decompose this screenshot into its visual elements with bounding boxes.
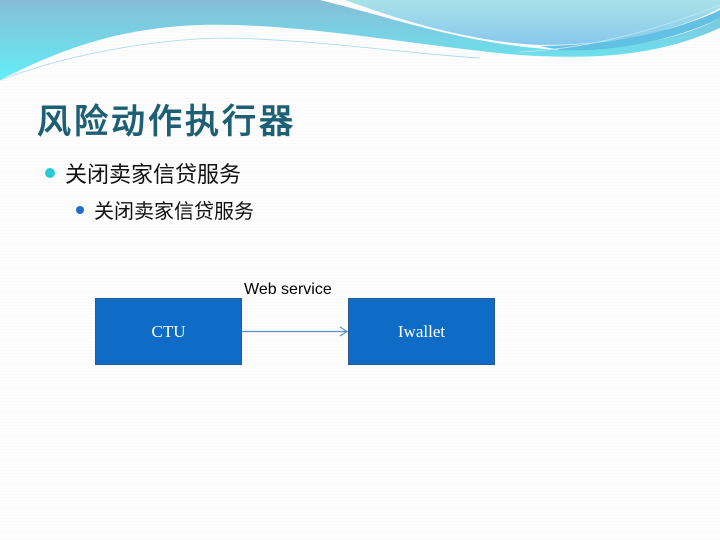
bullet-text: 关闭卖家信贷服务	[65, 163, 242, 188]
node-label: CTU	[151, 321, 186, 341]
node-iwallet: Iwallet	[348, 298, 495, 365]
node-ctu: CTU	[95, 298, 242, 365]
bullet-dot-icon	[76, 205, 84, 214]
bullet-item-level-2: 关闭卖家信贷服务	[76, 195, 254, 224]
node-label: Iwallet	[397, 321, 446, 341]
edge-label-web-service: Web service	[244, 281, 332, 298]
bullet-text: 关闭卖家信贷服务	[94, 199, 254, 223]
bullet-item-level-1: 关闭卖家信贷服务	[45, 157, 241, 189]
header-wave-decoration	[0, 0, 720, 81]
edge-arrow-ctu-to-iwallet	[242, 326, 349, 337]
bullet-dot-icon	[45, 168, 55, 178]
slide-title: 风险动作执行器	[37, 102, 296, 142]
